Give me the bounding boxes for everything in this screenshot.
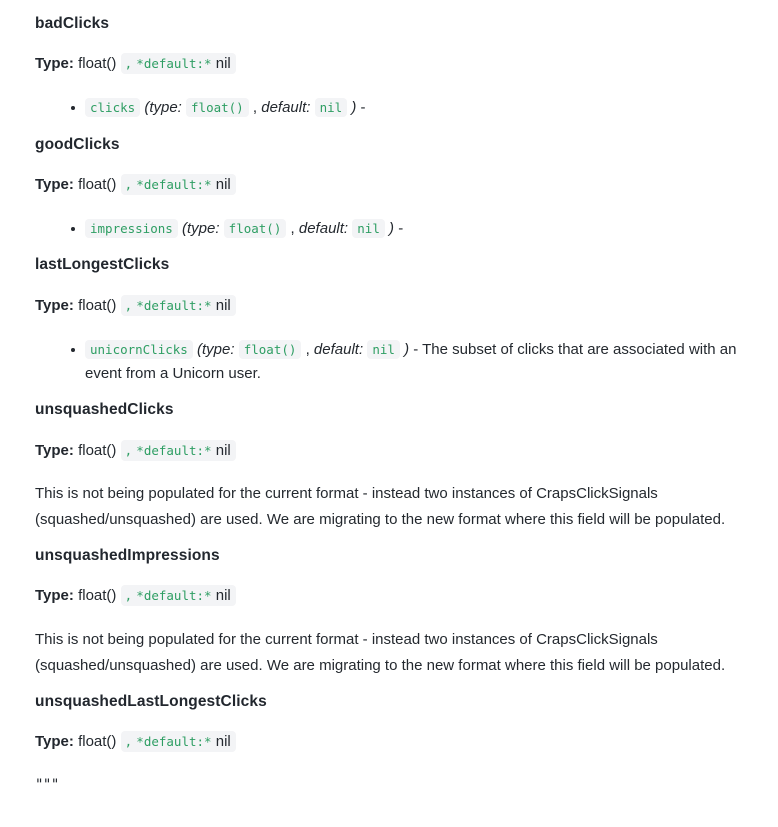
type-line: Type: float() , *default:* nil xyxy=(35,421,743,462)
default-keyword: default: xyxy=(298,220,349,238)
param-comma: , xyxy=(290,220,295,238)
param-list-item: impressions (type: float() , default: ni… xyxy=(35,217,743,241)
default-nil-value: nil xyxy=(215,175,231,193)
type-value: float() xyxy=(78,587,117,605)
param-list: clicks (type: float() , default: nil ) - xyxy=(35,75,743,120)
param-name: unicornClicks xyxy=(85,339,193,359)
default-nil-value: nil xyxy=(215,296,231,314)
default-code-span: , *default:* nil xyxy=(120,439,236,461)
comma-separator: , xyxy=(124,442,133,458)
field-heading: unsquashedClicks xyxy=(35,401,174,419)
param-type: float() xyxy=(223,219,287,239)
close-paren: ) xyxy=(389,220,395,238)
field-note: This is not being populated for the curr… xyxy=(35,630,726,674)
field-heading: unsquashedLastLongestClicks xyxy=(35,693,267,711)
default-nil-value: nil xyxy=(215,733,231,751)
field-block: unsquashedClicks Type: float() , *default… xyxy=(35,386,743,532)
param-dash: - xyxy=(360,99,366,117)
type-keyword: type: xyxy=(186,220,220,238)
param-default: nil xyxy=(352,219,385,239)
field-block: unsquashedImpressions Type: float() , *de… xyxy=(35,532,743,678)
param-dash: - xyxy=(398,220,404,238)
type-label: Type: xyxy=(35,441,74,459)
comma-separator: , xyxy=(124,56,133,72)
field-block: unsquashedLastLongestClicks Type: float()… xyxy=(35,678,743,753)
type-line: Type: float() , *default:* nil xyxy=(35,34,743,75)
param-type: float() xyxy=(238,339,302,359)
default-marker: *default:* xyxy=(136,176,212,192)
close-paren: ) xyxy=(404,340,410,358)
param-default: nil xyxy=(314,98,348,118)
default-nil-value: nil xyxy=(215,587,231,605)
param-comma: , xyxy=(252,99,258,117)
closing-triple-quote: """ xyxy=(35,776,59,793)
param-list: impressions (type: float() , default: ni… xyxy=(35,196,743,241)
default-marker: *default:* xyxy=(136,588,212,604)
field-note: This is not being populated for the curr… xyxy=(35,484,726,528)
type-line: Type: float() , *default:* nil xyxy=(35,155,743,196)
type-keyword: type: xyxy=(149,99,182,117)
field-block: goodClicks Type: float() , *default:* nil… xyxy=(35,121,743,242)
type-value: float() xyxy=(78,175,117,193)
field-list: badClicks Type: float() , *default:* nil c… xyxy=(35,0,743,754)
default-nil-value: nil xyxy=(215,55,231,73)
default-keyword: default: xyxy=(313,340,364,358)
field-block: badClicks Type: float() , *default:* nil c… xyxy=(35,0,743,121)
param-comma: , xyxy=(305,340,310,358)
param-list: unicornClicks (type: float() , default: … xyxy=(35,317,743,387)
field-heading: goodClicks xyxy=(35,135,120,153)
field-heading: unsquashedImpressions xyxy=(35,547,220,565)
default-code-span: , *default:* nil xyxy=(120,731,236,753)
type-value: float() xyxy=(78,55,117,73)
type-label: Type: xyxy=(35,55,74,73)
default-code-span: , *default:* nil xyxy=(120,585,236,607)
param-default: nil xyxy=(367,339,400,359)
close-paren: ) xyxy=(351,99,357,117)
comma-separator: , xyxy=(124,297,133,313)
type-line: Type: float() , *default:* nil xyxy=(35,712,743,753)
type-value: float() xyxy=(78,296,117,314)
field-heading: lastLongestClicks xyxy=(35,256,170,274)
default-code-span: , *default:* nil xyxy=(120,294,236,316)
field-heading: badClicks xyxy=(35,15,110,32)
comma-separator: , xyxy=(124,734,133,750)
default-keyword: default: xyxy=(261,99,311,117)
param-dash: - xyxy=(413,340,419,358)
default-marker: *default:* xyxy=(136,442,212,458)
default-code-span: , *default:* nil xyxy=(120,53,236,75)
default-marker: *default:* xyxy=(136,734,212,750)
type-value: float() xyxy=(78,441,117,459)
type-label: Type: xyxy=(35,733,74,751)
type-line: Type: float() , *default:* nil xyxy=(35,276,743,317)
param-name: impressions xyxy=(85,219,178,239)
default-code-span: , *default:* nil xyxy=(120,173,236,195)
comma-separator: , xyxy=(124,588,133,604)
param-name: clicks xyxy=(85,98,141,118)
param-list-item: unicornClicks (type: float() , default: … xyxy=(35,338,743,387)
documentation-page: badClicks Type: float() , *default:* nil c… xyxy=(0,0,778,793)
default-marker: *default:* xyxy=(136,297,212,313)
type-value: float() xyxy=(78,733,117,751)
type-line: Type: float() , *default:* nil xyxy=(35,566,743,607)
type-label: Type: xyxy=(35,587,74,605)
type-label: Type: xyxy=(35,296,74,314)
type-keyword: type: xyxy=(202,340,235,358)
field-block: lastLongestClicks Type: float() , *defaul… xyxy=(35,241,743,386)
type-label: Type: xyxy=(35,175,74,193)
default-nil-value: nil xyxy=(215,441,231,459)
param-type: float() xyxy=(186,98,249,118)
comma-separator: , xyxy=(124,176,133,192)
param-list-item: clicks (type: float() , default: nil ) - xyxy=(35,96,743,120)
default-marker: *default:* xyxy=(136,56,212,72)
